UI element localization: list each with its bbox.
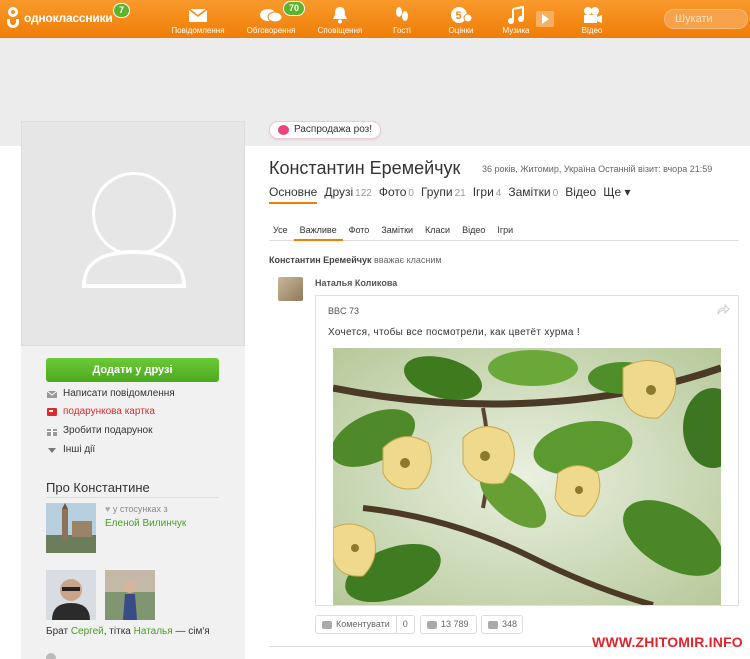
- post-card: BBC 73 Хочется, чтобы все посмотрели, ка…: [315, 295, 739, 606]
- bell-icon: [333, 7, 347, 24]
- post-group-name[interactable]: BBC 73: [328, 306, 359, 316]
- chat-bubbles-icon: [260, 9, 283, 23]
- comment-icon: [322, 620, 332, 629]
- subtab-video[interactable]: Відео: [456, 225, 491, 241]
- profile-name: Константин Еремейчук: [269, 158, 461, 178]
- like-count: 348: [502, 619, 518, 629]
- subtab-photos[interactable]: Фото: [343, 225, 376, 241]
- tab-more[interactable]: Ще ▾: [603, 185, 630, 204]
- site-logo[interactable]: одноклассники 7: [6, 3, 131, 29]
- nav-guests[interactable]: Гості: [388, 0, 416, 38]
- nav-notifications[interactable]: Сповіщення: [314, 0, 366, 38]
- play-icon: [536, 11, 554, 27]
- woman-portrait-icon: [105, 570, 155, 620]
- persimmon-blossom-photo-icon: [333, 348, 721, 605]
- gift-icon: [47, 428, 57, 436]
- make-gift-link[interactable]: Зробити подарунок: [47, 425, 152, 436]
- rating-five-icon: 5: [451, 7, 472, 23]
- aunt-photo[interactable]: [105, 570, 155, 620]
- tab-photos[interactable]: Фото 0: [379, 185, 414, 204]
- music-play-button[interactable]: [535, 0, 555, 38]
- subtab-games[interactable]: Ігри: [491, 225, 519, 241]
- tab-friends[interactable]: Друзі 122: [324, 185, 372, 204]
- envelope-icon: [188, 8, 208, 22]
- triangle-down-icon: [48, 447, 56, 453]
- logo-badge: 7: [113, 3, 131, 18]
- hearts-icon: ♥: [105, 504, 111, 514]
- video-camera-icon: [584, 7, 602, 23]
- man-portrait-icon: [46, 570, 96, 620]
- nav-ratings[interactable]: 5 Оцінки: [443, 0, 479, 38]
- author-avatar[interactable]: [278, 277, 303, 301]
- reshare-icon[interactable]: [716, 304, 730, 316]
- relationship-photo[interactable]: [46, 503, 96, 553]
- svg-text:5: 5: [456, 10, 462, 22]
- post-author-link[interactable]: Наталья Коликова: [315, 278, 397, 288]
- logo-text: одноклассники: [24, 11, 113, 25]
- tab-main[interactable]: Основне: [269, 185, 318, 204]
- nav-music[interactable]: Музика: [500, 0, 532, 38]
- site-watermark: WWW.ZHITOMIR.INFO: [592, 634, 743, 650]
- left-sidebar: Додати у друзі Написати повідомлення под…: [21, 346, 245, 659]
- subtab-likes[interactable]: Класи: [419, 225, 456, 241]
- profile-tabs: Основне Друзі 122 Фото 0 Групи 21 Ігри 4 Зам…: [269, 185, 638, 204]
- share-arrow-icon: [427, 620, 437, 629]
- tab-games[interactable]: Ігри 4: [473, 185, 502, 204]
- brother-link[interactable]: Сергей: [71, 626, 104, 637]
- feed-user-link[interactable]: Константин Еремейчук: [269, 255, 371, 265]
- comment-count: 0: [395, 616, 414, 633]
- profile-meta: 36 років, Житомир, Україна Останній візи…: [482, 164, 713, 174]
- groups-icon: [46, 653, 56, 659]
- nav-video[interactable]: Відео: [576, 0, 608, 38]
- post-image[interactable]: [333, 348, 721, 605]
- search-input[interactable]: Шукати: [664, 9, 748, 29]
- ok-logo-icon: [6, 7, 20, 29]
- london-landmark-icon: [46, 503, 96, 553]
- add-friend-button[interactable]: Додати у друзі: [46, 358, 219, 382]
- footprints-icon: [396, 7, 408, 21]
- subtab-all[interactable]: Усе: [269, 225, 294, 241]
- discussions-badge: 70: [283, 1, 306, 16]
- gift-card-icon: [47, 407, 57, 416]
- subtab-important[interactable]: Важливе: [293, 225, 343, 241]
- family-line: Брат Сергей, тітка Наталья — сім'я: [46, 626, 210, 637]
- gift-card-link[interactable]: подарункова картка: [47, 406, 155, 417]
- thumbs-up-icon: [488, 620, 498, 629]
- profile-photo-placeholder[interactable]: [21, 121, 245, 346]
- post-text: Хочется, чтобы все посмотрели, как цветё…: [328, 327, 580, 338]
- share-count: 13 789: [441, 619, 469, 629]
- envelope-icon: [47, 390, 57, 398]
- other-actions-link[interactable]: Інші дії: [47, 444, 95, 455]
- feed-filter-tabs: Усе Важливе Фото Замітки Класи Відео Ігр…: [269, 225, 739, 241]
- about-divider: [46, 497, 219, 498]
- nav-discussions[interactable]: Обговорення 70: [243, 0, 306, 38]
- comment-button[interactable]: Коментувати 0: [315, 615, 415, 634]
- user-silhouette-icon: [82, 172, 186, 288]
- top-bar: одноклассники 7 Повідомлення Обговорення…: [0, 0, 750, 38]
- aunt-link[interactable]: Наталья: [134, 626, 173, 637]
- write-message-link[interactable]: Написати повідомлення: [47, 388, 175, 399]
- rose-icon: [278, 125, 289, 135]
- music-note-icon: [508, 6, 524, 24]
- about-title: Про Константине: [46, 480, 150, 495]
- tab-groups[interactable]: Групи 21: [421, 185, 466, 204]
- nav-messages[interactable]: Повідомлення: [170, 0, 226, 38]
- tab-video[interactable]: Відео: [565, 185, 596, 204]
- subtab-notes[interactable]: Замітки: [375, 225, 419, 241]
- like-button[interactable]: 348: [481, 615, 523, 634]
- tab-notes[interactable]: Замітки 0: [508, 185, 558, 204]
- feed-activity-header: Константин Еремейчук вважає класним: [269, 255, 442, 265]
- brother-photo[interactable]: [46, 570, 96, 620]
- rose-sale-badge[interactable]: Распродажа роз!: [269, 121, 382, 139]
- relationship-status: ♥ у стосунках з: [105, 504, 168, 514]
- relationship-partner-link[interactable]: Еленой Вилинчук: [105, 518, 186, 529]
- share-button[interactable]: 13 789: [420, 615, 477, 634]
